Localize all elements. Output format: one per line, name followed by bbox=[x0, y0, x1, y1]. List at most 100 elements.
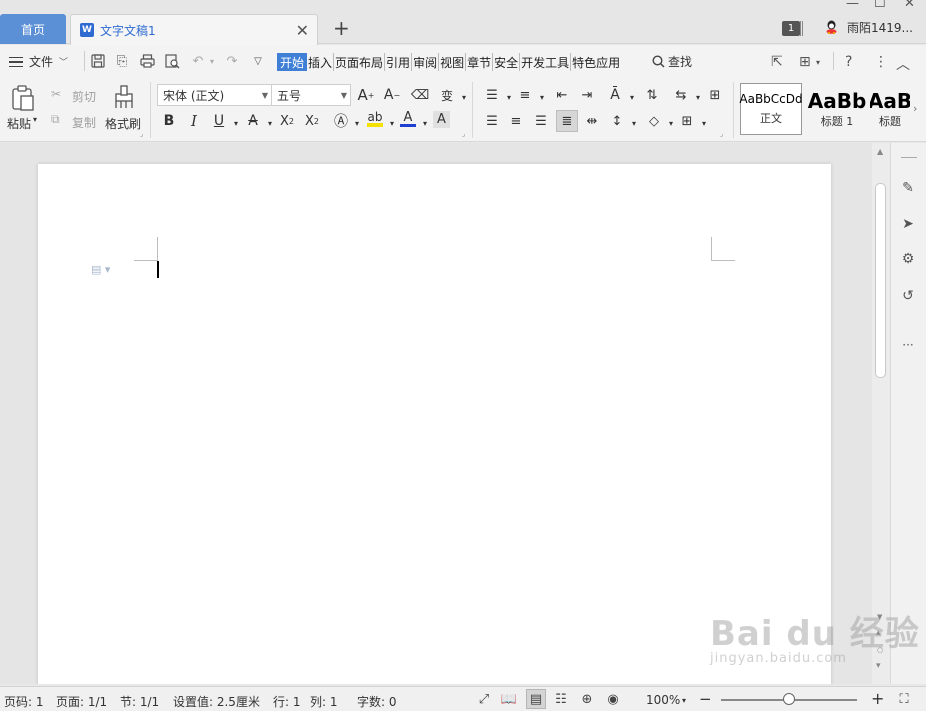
bold-icon[interactable]: B bbox=[160, 112, 178, 130]
phonetic-guide-icon[interactable]: 变 bbox=[438, 86, 456, 104]
status-col[interactable]: 列: 1 bbox=[310, 693, 338, 710]
shrink-font-icon[interactable]: A − bbox=[383, 86, 401, 104]
clear-format-icon[interactable]: ⌫ bbox=[411, 86, 429, 104]
more-icon[interactable]: ··· bbox=[899, 336, 917, 354]
font-color-dropdown-icon[interactable]: ▾ bbox=[416, 114, 434, 132]
tab-reference[interactable]: 引用 bbox=[385, 53, 413, 71]
style-normal[interactable]: AaBbCcDd 正文 bbox=[739, 83, 803, 135]
show-marks-icon[interactable]: ⇆ bbox=[672, 86, 690, 104]
tab-home[interactable]: 首页 bbox=[0, 14, 66, 44]
close-tab-icon[interactable]: ✕ bbox=[296, 21, 309, 40]
fit-page-icon[interactable]: ⛶ bbox=[895, 691, 913, 708]
status-section[interactable]: 节: 1/1 bbox=[120, 693, 159, 710]
sort-icon[interactable]: ⇅ bbox=[643, 86, 661, 104]
status-page-code[interactable]: 页码: 1 bbox=[4, 693, 44, 710]
chevron-right-icon[interactable]: › bbox=[913, 102, 917, 115]
zoom-out-icon[interactable]: − bbox=[699, 690, 712, 708]
maximize-icon[interactable]: ☐ bbox=[874, 0, 886, 11]
collaborate-dropdown-icon[interactable]: ▾ bbox=[816, 58, 820, 67]
user-name[interactable]: 雨陌1419... bbox=[847, 19, 913, 36]
tab-special[interactable]: 特色应用 bbox=[571, 53, 621, 71]
close-window-icon[interactable]: ✕ bbox=[904, 0, 915, 11]
table-icon[interactable]: ⊞ bbox=[706, 86, 724, 104]
style-heading[interactable]: AaB 标题 bbox=[870, 83, 910, 135]
print-preview-icon[interactable] bbox=[164, 53, 180, 69]
distributed-align-icon[interactable]: ⇹ bbox=[583, 112, 601, 130]
decrease-indent-icon[interactable]: ⇤ bbox=[553, 86, 571, 104]
text-effect-dropdown-icon[interactable]: ▾ bbox=[348, 114, 366, 132]
shading-icon[interactable]: ◇ bbox=[645, 112, 663, 130]
share-icon[interactable]: ⇱ bbox=[771, 54, 783, 70]
user-avatar-icon[interactable] bbox=[825, 20, 838, 34]
font-size-select[interactable]: 五号 ▼ bbox=[271, 84, 351, 106]
zoom-in-icon[interactable]: + bbox=[871, 689, 884, 708]
output-pdf-icon[interactable]: ⎘ bbox=[114, 53, 130, 69]
tab-start[interactable]: 开始 bbox=[277, 53, 308, 71]
redo-icon[interactable]: ↷ bbox=[224, 53, 240, 69]
status-page[interactable]: 页面: 1/1 bbox=[56, 693, 107, 710]
zoom-dropdown-icon[interactable]: ▾ bbox=[682, 696, 686, 705]
copy-button[interactable]: 复制 bbox=[72, 114, 96, 131]
tab-document[interactable]: W 文字文稿1 ✕ bbox=[70, 14, 318, 45]
format-painter-icon[interactable] bbox=[111, 84, 137, 110]
text-direction-dropdown-icon[interactable]: ▾ bbox=[623, 88, 641, 106]
style-heading-1[interactable]: AaBb 标题 1 bbox=[806, 83, 868, 135]
format-painter-button[interactable]: 格式刷 bbox=[105, 115, 141, 132]
strikethrough-icon[interactable]: A bbox=[244, 112, 262, 130]
tab-developer[interactable]: 开发工具 bbox=[520, 53, 572, 71]
page-view-icon[interactable]: ▤ bbox=[526, 689, 546, 709]
window-count-badge[interactable]: 1 bbox=[782, 21, 800, 36]
borders-icon[interactable]: ⊞ bbox=[678, 112, 696, 130]
more-options-icon[interactable]: ⋮ bbox=[874, 54, 888, 70]
text-direction-icon[interactable]: Ā bbox=[606, 86, 624, 104]
collaborate-icon[interactable]: ⊞ bbox=[799, 54, 811, 70]
tab-section[interactable]: 章节 bbox=[466, 53, 494, 71]
select-cursor-icon[interactable]: ➤ bbox=[899, 215, 917, 233]
tab-insert[interactable]: 插入 bbox=[307, 53, 335, 71]
borders-dropdown-icon[interactable]: ▾ bbox=[695, 114, 713, 132]
char-shading-icon[interactable]: A bbox=[433, 111, 450, 128]
paste-dropdown-icon[interactable]: ▾ bbox=[33, 115, 37, 124]
vertical-scrollbar[interactable]: ▲ ▼ ▴ ○ ▾ bbox=[872, 143, 890, 684]
customize-quick-access-icon[interactable]: ▽ bbox=[250, 53, 266, 69]
tab-review[interactable]: 审阅 bbox=[412, 53, 440, 71]
read-mode-icon[interactable]: 📖 bbox=[500, 691, 518, 708]
status-word-count[interactable]: 字数: 0 bbox=[357, 693, 397, 710]
grow-font-icon[interactable]: A + bbox=[357, 86, 375, 104]
status-row[interactable]: 行: 1 bbox=[273, 693, 301, 710]
paste-button[interactable]: 粘贴 bbox=[7, 115, 31, 132]
cut-button[interactable]: 剪切 bbox=[72, 88, 96, 105]
font-expand-icon[interactable]: ⌟ bbox=[462, 130, 465, 138]
minimize-icon[interactable]: — bbox=[846, 0, 859, 11]
line-spacing-icon[interactable]: ↕ bbox=[608, 112, 626, 130]
justify-icon[interactable]: ≣ bbox=[556, 110, 578, 132]
save-icon[interactable] bbox=[90, 53, 106, 69]
subscript-icon[interactable]: X2 bbox=[303, 112, 321, 130]
line-spacing-dropdown-icon[interactable]: ▾ bbox=[625, 114, 643, 132]
paste-icon[interactable] bbox=[9, 84, 37, 112]
status-setting[interactable]: 设置值: 2.5厘米 bbox=[173, 693, 260, 710]
underline-icon[interactable]: U bbox=[210, 112, 228, 130]
highlight-icon[interactable]: ab bbox=[366, 110, 384, 128]
new-tab-button[interactable]: + bbox=[333, 16, 350, 40]
zoom-percent[interactable]: 100% bbox=[646, 693, 680, 707]
cut-icon[interactable]: ✂ bbox=[51, 87, 61, 101]
phonetic-dropdown-icon[interactable]: ▾ bbox=[455, 88, 473, 106]
bullet-list-icon[interactable]: ☰ bbox=[483, 86, 501, 104]
tab-view[interactable]: 视图 bbox=[439, 53, 467, 71]
tab-page-layout[interactable]: 页面布局 bbox=[334, 53, 386, 71]
paragraph-expand-icon[interactable]: ⌟ bbox=[720, 130, 723, 138]
web-view-icon[interactable]: ⊕ bbox=[578, 691, 596, 708]
italic-icon[interactable]: I bbox=[185, 112, 203, 130]
clipboard-expand-icon[interactable]: ⌟ bbox=[140, 130, 143, 138]
history-icon[interactable]: ↺ bbox=[899, 287, 917, 305]
fullscreen-icon[interactable]: ⤢ bbox=[475, 691, 493, 708]
zoom-slider-knob[interactable] bbox=[783, 693, 795, 705]
tab-security[interactable]: 安全 bbox=[493, 53, 521, 71]
undo-dropdown-icon[interactable]: ▾ bbox=[204, 53, 220, 69]
superscript-icon[interactable]: X2 bbox=[278, 112, 296, 130]
eye-protection-icon[interactable]: ◉ bbox=[604, 691, 622, 708]
numbered-dropdown-icon[interactable]: ▾ bbox=[533, 88, 551, 106]
help-icon[interactable]: ? bbox=[845, 54, 852, 70]
increase-indent-icon[interactable]: ⇥ bbox=[578, 86, 596, 104]
